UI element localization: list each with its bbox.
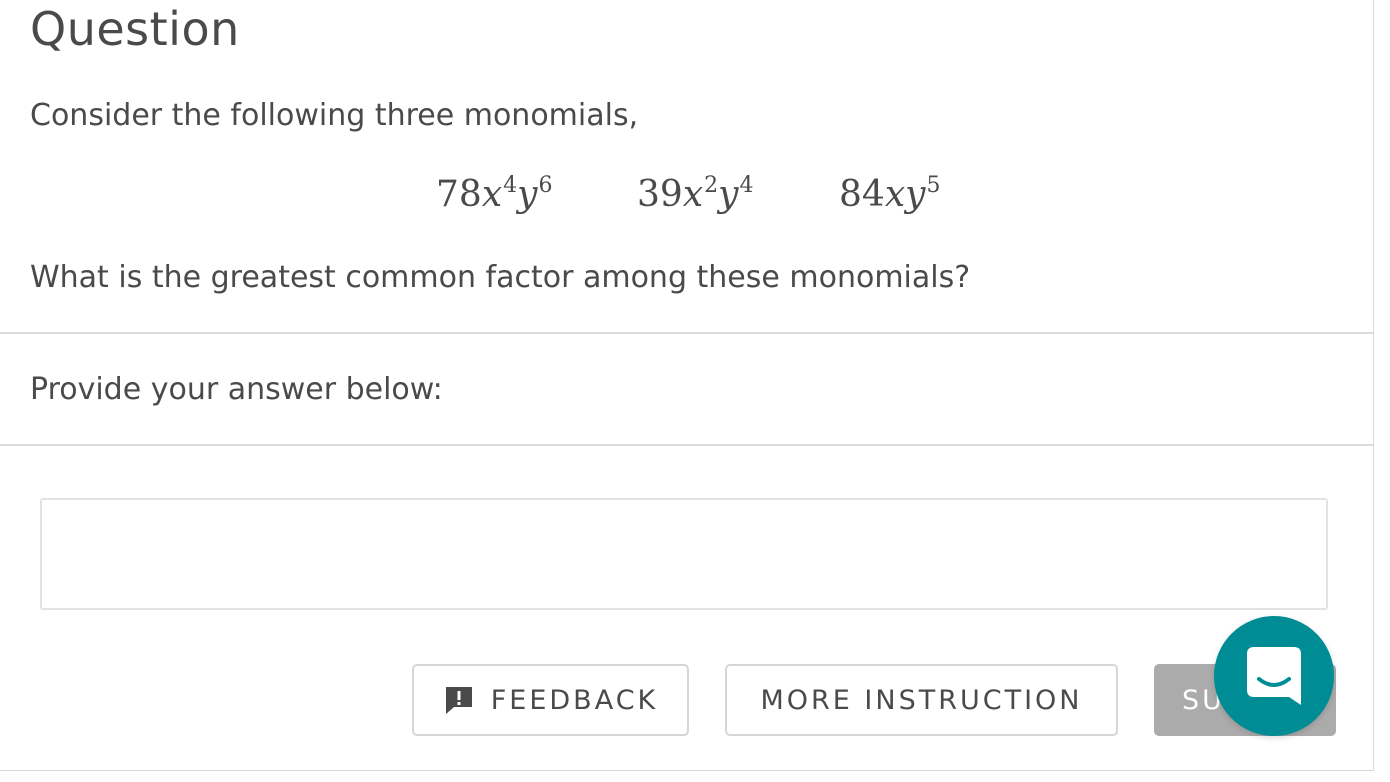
more-instruction-button-label: MORE INSTRUCTION	[760, 684, 1083, 716]
chat-smile-icon	[1247, 647, 1301, 705]
monomial-2-var-y: y	[718, 174, 739, 215]
monomial-2: 39x2y4	[637, 170, 753, 225]
monomial-2-var-x: x	[682, 174, 704, 215]
monomial-1-exp-x: 4	[503, 173, 518, 198]
monomial-2-exp-x: 2	[704, 173, 719, 198]
monomial-2-exp-y: 4	[739, 173, 754, 198]
monomial-3-coefficient: 84	[839, 174, 885, 215]
question-prompt-text: What is the greatest common factor among…	[30, 260, 971, 295]
section-divider	[0, 332, 1373, 334]
question-intro-text: Consider the following three monomials,	[30, 98, 639, 133]
monomial-1-exp-y: 6	[538, 173, 553, 198]
answer-input[interactable]	[40, 498, 1328, 610]
monomial-list: 78x4y6 39x2y4 84xy5	[0, 170, 1373, 220]
monomial-1-coefficient: 78	[436, 174, 482, 215]
page: Question Consider the following three mo…	[0, 0, 1390, 782]
monomial-3-var-x: x	[884, 174, 906, 215]
monomial-3: 84xy5	[839, 170, 940, 225]
feedback-exclamation-icon	[445, 687, 472, 714]
monomial-2-coefficient: 39	[637, 174, 683, 215]
question-panel: Question Consider the following three mo…	[0, 0, 1374, 771]
question-title: Question	[30, 2, 240, 56]
feedback-button-label: FEEDBACK	[490, 684, 659, 716]
chat-launcher-button[interactable]	[1214, 616, 1334, 736]
monomial-1-var-y: y	[517, 174, 538, 215]
monomial-1-var-x: x	[481, 174, 503, 215]
monomial-3-exp-y: 5	[926, 173, 941, 198]
more-instruction-button[interactable]: MORE INSTRUCTION	[725, 664, 1118, 736]
section-divider	[0, 444, 1373, 446]
answer-label: Provide your answer below:	[30, 372, 443, 407]
monomial-3-var-y: y	[905, 174, 926, 215]
feedback-button[interactable]: FEEDBACK	[412, 664, 689, 736]
monomial-1: 78x4y6	[436, 170, 552, 225]
